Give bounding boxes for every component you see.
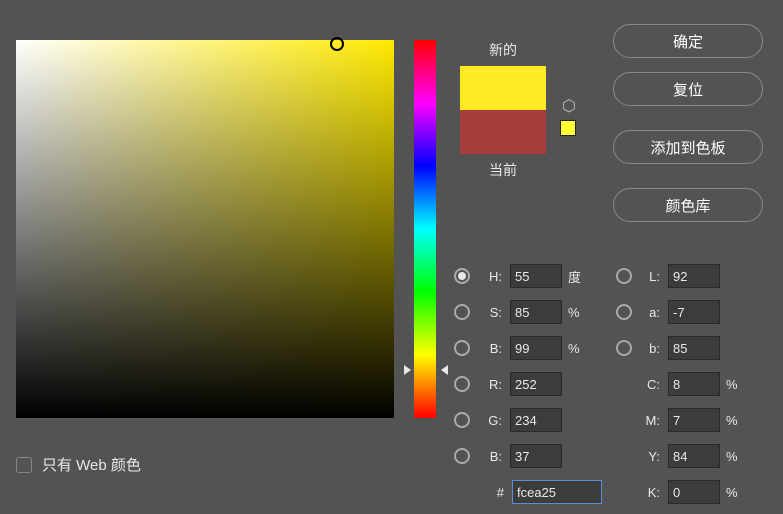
current-color-swatch[interactable] (460, 110, 546, 154)
add-swatch-button[interactable]: 添加到色板 (613, 130, 763, 164)
k-input[interactable] (668, 480, 720, 504)
current-color-label: 当前 (460, 160, 546, 180)
a-input[interactable] (668, 300, 720, 324)
b-rgb-radio[interactable] (454, 448, 470, 464)
b-lab-label: b: (638, 341, 660, 356)
l-radio[interactable] (616, 268, 632, 284)
color-preview (460, 66, 546, 154)
r-radio[interactable] (454, 376, 470, 392)
ok-button[interactable]: 确定 (613, 24, 763, 58)
b-lab-input[interactable] (668, 336, 720, 360)
new-color-swatch[interactable] (460, 66, 546, 110)
reset-button[interactable]: 复位 (613, 72, 763, 106)
b-hsb-unit: % (568, 341, 586, 356)
r-label: R: (476, 377, 502, 392)
r-input[interactable] (510, 372, 562, 396)
c-label: C: (638, 377, 660, 392)
new-color-label: 新的 (460, 40, 546, 60)
l-label: L: (638, 269, 660, 284)
color-libraries-button[interactable]: 颜色库 (613, 188, 763, 222)
web-only-label: 只有 Web 颜色 (42, 454, 141, 475)
k-unit: % (726, 485, 744, 500)
m-input[interactable] (668, 408, 720, 432)
color-picker-handle[interactable] (330, 37, 344, 51)
s-radio[interactable] (454, 304, 470, 320)
h-unit: 度 (568, 267, 586, 286)
a-label: a: (638, 305, 660, 320)
c-input[interactable] (668, 372, 720, 396)
web-only-checkbox[interactable] (16, 457, 32, 473)
b-rgb-input[interactable] (510, 444, 562, 468)
h-input[interactable] (510, 264, 562, 288)
s-label: S: (476, 305, 502, 320)
hex-input[interactable] (512, 480, 602, 504)
b-hsb-radio[interactable] (454, 340, 470, 356)
y-unit: % (726, 449, 744, 464)
saturation-brightness-field[interactable] (16, 40, 394, 418)
b-hsb-input[interactable] (510, 336, 562, 360)
s-input[interactable] (510, 300, 562, 324)
y-input[interactable] (668, 444, 720, 468)
hex-label: # (490, 485, 504, 500)
g-input[interactable] (510, 408, 562, 432)
g-radio[interactable] (454, 412, 470, 428)
gamut-warning-icon[interactable]: ⬡ (562, 96, 576, 116)
y-label: Y: (638, 449, 660, 464)
k-label: K: (638, 485, 660, 500)
h-label: H: (476, 269, 502, 284)
b-lab-radio[interactable] (616, 340, 632, 356)
websafe-color-swatch[interactable] (560, 120, 576, 136)
b-rgb-label: B: (476, 449, 502, 464)
l-input[interactable] (668, 264, 720, 288)
h-radio[interactable] (454, 268, 470, 284)
b-hsb-label: B: (476, 341, 502, 356)
s-unit: % (568, 305, 586, 320)
m-unit: % (726, 413, 744, 428)
a-radio[interactable] (616, 304, 632, 320)
c-unit: % (726, 377, 744, 392)
m-label: M: (638, 413, 660, 428)
hue-slider[interactable] (414, 40, 436, 418)
g-label: G: (476, 413, 502, 428)
